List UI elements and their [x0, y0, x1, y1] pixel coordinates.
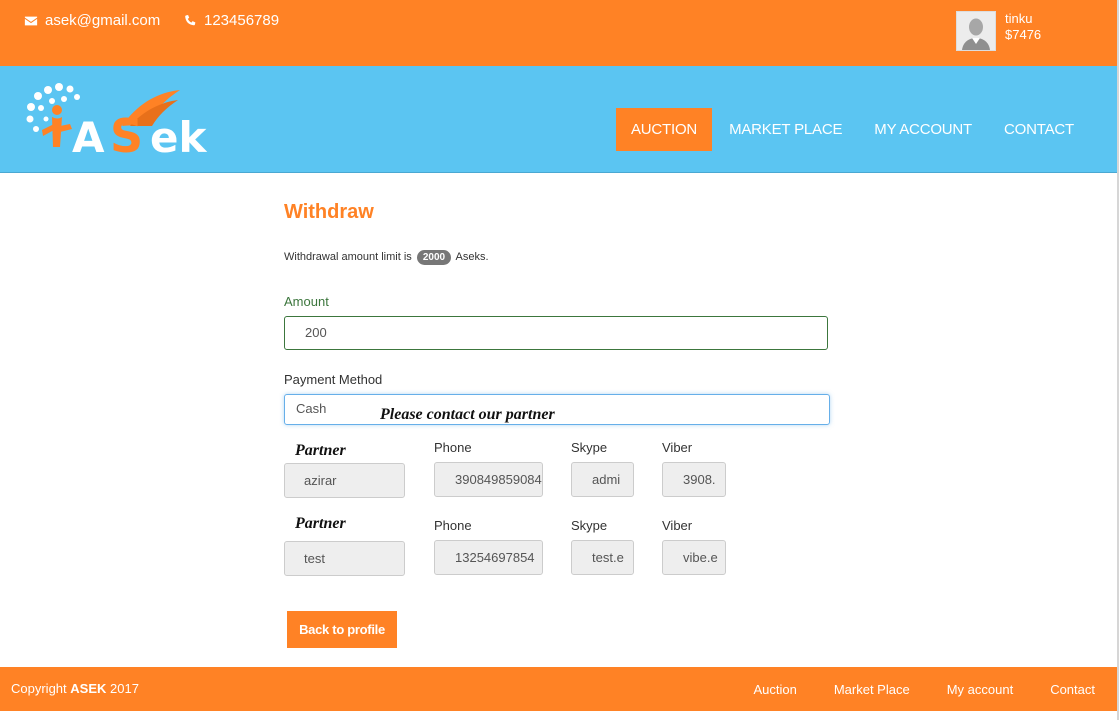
partner-viber-field[interactable]: 3908.	[662, 462, 726, 497]
nav-item-market-place[interactable]: MARKET PLACE	[714, 108, 857, 151]
asek-logo[interactable]: A S ek	[22, 80, 232, 160]
footer-link-contact[interactable]: Contact	[1050, 682, 1095, 697]
avatar[interactable]	[956, 11, 996, 51]
partner-label-2: Partner	[295, 515, 346, 532]
copyright-year: 2017	[110, 681, 139, 696]
page-title: Withdraw	[284, 201, 374, 223]
limit-prefix: Withdrawal amount limit is	[284, 251, 412, 263]
nav-item-my-account[interactable]: MY ACCOUNT	[859, 108, 987, 151]
footer-link-market-place[interactable]: Market Place	[834, 682, 910, 697]
copyright: Copyright ASEK 2017	[11, 681, 139, 696]
payment-method-label: Payment Method	[284, 372, 383, 387]
phone-label-2: Phone	[434, 518, 472, 533]
main-header: A S ek AUCTION MARKET PLACE MY ACCOUNT C…	[0, 66, 1117, 173]
user-balance: $7476	[1005, 27, 1042, 42]
viber-label-1: Viber	[662, 440, 693, 455]
nav-item-auction[interactable]: AUCTION	[615, 108, 713, 151]
user-menu[interactable]: tinku $7476	[956, 11, 1041, 51]
partner-phone-field[interactable]: 390849859084	[434, 462, 543, 497]
contact-phone-text: 123456789	[204, 12, 280, 29]
copyright-brand: ASEK	[70, 681, 107, 696]
svg-text:S: S	[110, 109, 143, 160]
partner-label-1: Partner	[295, 442, 346, 459]
phone-label-1: Phone	[434, 440, 472, 455]
amount-label: Amount	[284, 294, 329, 309]
partner-name-field[interactable]: test	[284, 541, 405, 576]
copyright-prefix: Copyright	[11, 681, 67, 696]
svg-text:ek: ek	[150, 113, 207, 160]
viber-label-2: Viber	[662, 518, 693, 533]
skype-label-1: Skype	[571, 440, 608, 455]
partner-skype-field[interactable]: test.e	[571, 540, 634, 575]
partner-skype-field[interactable]: admi	[571, 462, 634, 497]
phone-icon	[185, 14, 196, 25]
footer: Copyright ASEK 2017 Auction Market Place…	[0, 667, 1117, 711]
limit-suffix: Aseks.	[455, 251, 489, 263]
contact-email[interactable]: asek@gmail.com	[24, 12, 160, 29]
nav-item-contact[interactable]: CONTACT	[989, 108, 1089, 151]
user-name: tinku	[1005, 11, 1033, 26]
top-contact-bar: asek@gmail.com 123456789 tinku $7476	[0, 0, 1117, 66]
main-nav: AUCTION MARKET PLACE MY ACCOUNT CONTACT	[614, 108, 1089, 151]
amount-input[interactable]: 200	[284, 316, 828, 350]
footer-link-my-account[interactable]: My account	[947, 682, 1013, 697]
contact-partner-note: Please contact our partner	[374, 406, 606, 424]
partner-phone-field[interactable]: 13254697854	[434, 540, 543, 575]
svg-text:A: A	[72, 113, 105, 160]
user-info: tinku $7476	[1005, 11, 1041, 51]
footer-link-auction[interactable]: Auction	[753, 682, 796, 697]
contact-email-text: asek@gmail.com	[45, 12, 161, 29]
user-avatar-icon	[957, 12, 995, 50]
envelope-icon	[24, 16, 38, 25]
skype-label-2: Skype	[571, 518, 608, 533]
partner-name-field[interactable]: azirar	[284, 463, 405, 498]
withdraw-limit-text: Withdrawal amount limit is 2000 Aseks.	[284, 250, 489, 265]
back-to-profile-button[interactable]: Back to profile	[287, 611, 397, 648]
limit-badge: 2000	[416, 250, 452, 265]
partner-viber-field[interactable]: vibe.e	[662, 540, 726, 575]
footer-links: Auction Market Place My account Contact	[716, 682, 1095, 697]
contact-phone[interactable]: 123456789	[183, 12, 279, 29]
